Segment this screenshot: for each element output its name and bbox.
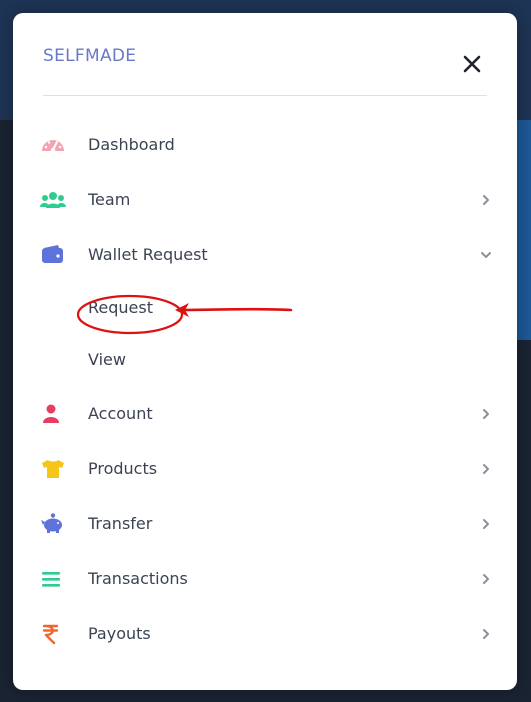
chevron-right-icon xyxy=(483,574,489,584)
piggy-bank-icon xyxy=(41,513,62,533)
submenu-item-view[interactable]: View xyxy=(88,350,126,369)
close-icon[interactable] xyxy=(457,49,487,79)
chevron-right-icon xyxy=(483,409,489,419)
menu-item-label: Wallet Request xyxy=(88,245,208,264)
list-icon xyxy=(42,572,60,587)
tshirt-icon xyxy=(42,460,64,478)
annotation-arrow xyxy=(175,303,293,317)
wallet-icon xyxy=(42,245,63,263)
chevron-right-icon xyxy=(483,519,489,529)
menu-item-label: Transfer xyxy=(88,514,153,533)
menu-item-wallet-request[interactable]: Wallet Request xyxy=(39,237,493,273)
menu-item-payouts[interactable]: Payouts xyxy=(39,616,493,652)
chevron-down-icon xyxy=(481,252,491,258)
speedometer-icon xyxy=(42,140,64,153)
brand-logo-text: SELFMADE xyxy=(43,46,137,66)
menu-item-label: Team xyxy=(88,190,131,209)
sidebar-menu-panel: SELFMADE Dashboard Team Wallet Request R… xyxy=(13,13,517,690)
menu-item-label: Transactions xyxy=(88,569,188,588)
users-icon xyxy=(40,192,66,208)
menu-item-products[interactable]: Products xyxy=(39,451,493,487)
header-divider xyxy=(43,95,487,96)
menu-item-label: Payouts xyxy=(88,624,151,643)
menu-item-label: Dashboard xyxy=(88,135,175,154)
menu-item-team[interactable]: Team xyxy=(39,182,493,218)
chevron-right-icon xyxy=(483,464,489,474)
annotation-circle xyxy=(76,294,184,335)
chevron-right-icon xyxy=(483,629,489,639)
menu-item-transfer[interactable]: Transfer xyxy=(39,506,493,542)
chevron-right-icon xyxy=(483,195,489,205)
menu-item-label: Products xyxy=(88,459,158,478)
rupee-icon xyxy=(42,624,59,645)
menu-item-label: Account xyxy=(88,404,153,423)
menu-item-transactions[interactable]: Transactions xyxy=(39,561,493,597)
menu-item-dashboard[interactable]: Dashboard xyxy=(39,127,493,163)
user-icon xyxy=(43,404,59,423)
menu-item-account[interactable]: Account xyxy=(39,396,493,432)
